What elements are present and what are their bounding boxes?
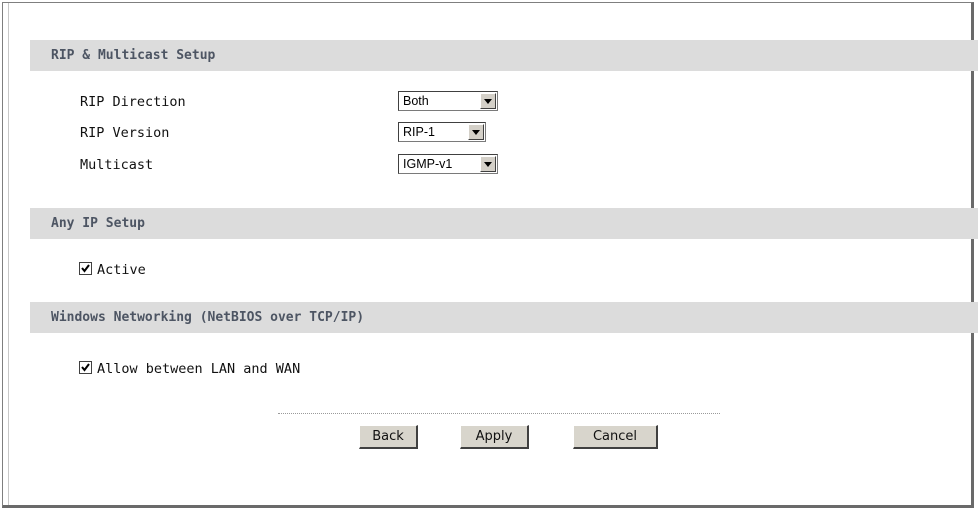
frame-left-border <box>3 3 9 505</box>
multicast-select[interactable]: IGMP-v1 <box>398 154 498 174</box>
rip-direction-select[interactable]: Both <box>398 91 498 111</box>
checkmark-icon <box>81 264 90 273</box>
active-checkbox[interactable] <box>79 262 92 275</box>
multicast-label: Multicast <box>80 157 154 173</box>
section-header-rip-multicast: RIP & Multicast Setup <box>30 40 978 71</box>
chevron-down-icon[interactable] <box>480 93 496 109</box>
chevron-down-icon[interactable] <box>480 156 496 172</box>
section-header-netbios: Windows Networking (NetBIOS over TCP/IP) <box>30 302 978 333</box>
active-label: Active <box>97 262 146 278</box>
apply-button[interactable]: Apply <box>460 425 529 449</box>
checkmark-icon <box>81 363 90 372</box>
rip-version-label: RIP Version <box>80 125 170 141</box>
multicast-value: IGMP-v1 <box>403 157 453 171</box>
rip-direction-value: Both <box>403 94 429 108</box>
rip-version-select[interactable]: RIP-1 <box>398 122 486 142</box>
button-divider <box>278 413 720 414</box>
chevron-down-icon[interactable] <box>468 124 484 140</box>
rip-version-value: RIP-1 <box>403 125 435 139</box>
rip-direction-label: RIP Direction <box>80 94 186 110</box>
allow-lan-wan-label: Allow between LAN and WAN <box>97 361 301 377</box>
allow-lan-wan-checkbox[interactable] <box>79 361 92 374</box>
back-button[interactable]: Back <box>359 425 418 449</box>
cancel-button[interactable]: Cancel <box>573 425 658 449</box>
section-header-any-ip: Any IP Setup <box>30 208 978 239</box>
